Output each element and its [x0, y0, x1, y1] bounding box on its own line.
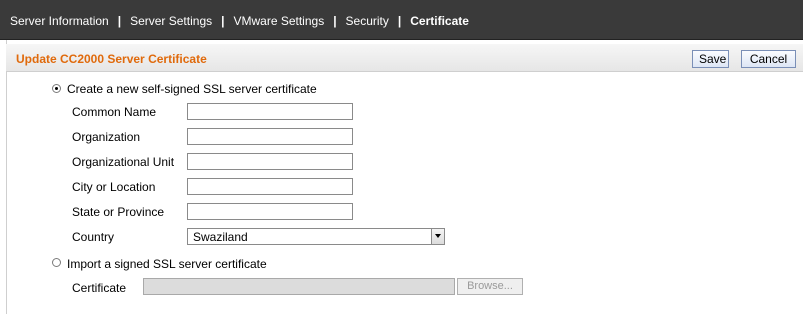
- nav-separator: |: [221, 14, 225, 28]
- country-selected-value: Swaziland: [193, 230, 248, 244]
- self-signed-option-label: Create a new self-signed SSL server cert…: [67, 82, 317, 96]
- nav-security[interactable]: Security: [346, 14, 389, 28]
- city-location-input[interactable]: [187, 178, 353, 195]
- nav-separator: |: [397, 14, 402, 28]
- certificate-file-input[interactable]: [143, 278, 455, 295]
- section-header: Update CC2000 Server Certificate: [6, 44, 803, 72]
- cancel-button[interactable]: Cancel: [741, 50, 796, 68]
- organization-label: Organization: [72, 130, 141, 144]
- city-location-label: City or Location: [72, 180, 156, 194]
- nav-server-information[interactable]: Server Information: [10, 14, 109, 28]
- organization-input[interactable]: [187, 128, 353, 145]
- nav-vmware-settings[interactable]: VMware Settings: [233, 14, 324, 28]
- chevron-down-icon[interactable]: [431, 229, 444, 244]
- nav-server-settings[interactable]: Server Settings: [130, 14, 212, 28]
- certificate-label: Certificate: [72, 281, 127, 295]
- organizational-unit-input[interactable]: [187, 153, 353, 170]
- state-province-label: State or Province: [72, 205, 165, 219]
- content-left-border: [6, 40, 7, 314]
- browse-button[interactable]: Browse...: [457, 278, 523, 295]
- state-province-input[interactable]: [187, 203, 353, 220]
- self-signed-radio[interactable]: [52, 84, 61, 93]
- save-button[interactable]: Save: [692, 50, 729, 68]
- nav-certificate[interactable]: Certificate: [410, 14, 469, 28]
- nav-items: Server Information | Server Settings | VMwar…: [10, 14, 469, 28]
- section-title: Update CC2000 Server Certificate: [16, 52, 207, 66]
- top-navigation-bar: Server Information | Server Settings | VMwar…: [0, 0, 803, 40]
- nav-separator: |: [333, 14, 337, 28]
- import-option-label: Import a signed SSL server certificate: [67, 257, 267, 271]
- organizational-unit-label: Organizational Unit: [72, 155, 175, 169]
- nav-separator: |: [117, 14, 122, 28]
- common-name-label: Common Name: [72, 105, 157, 119]
- common-name-input[interactable]: [187, 103, 353, 120]
- import-radio[interactable]: [52, 258, 61, 267]
- country-label: Country: [72, 230, 115, 244]
- country-select[interactable]: Swaziland: [187, 228, 445, 245]
